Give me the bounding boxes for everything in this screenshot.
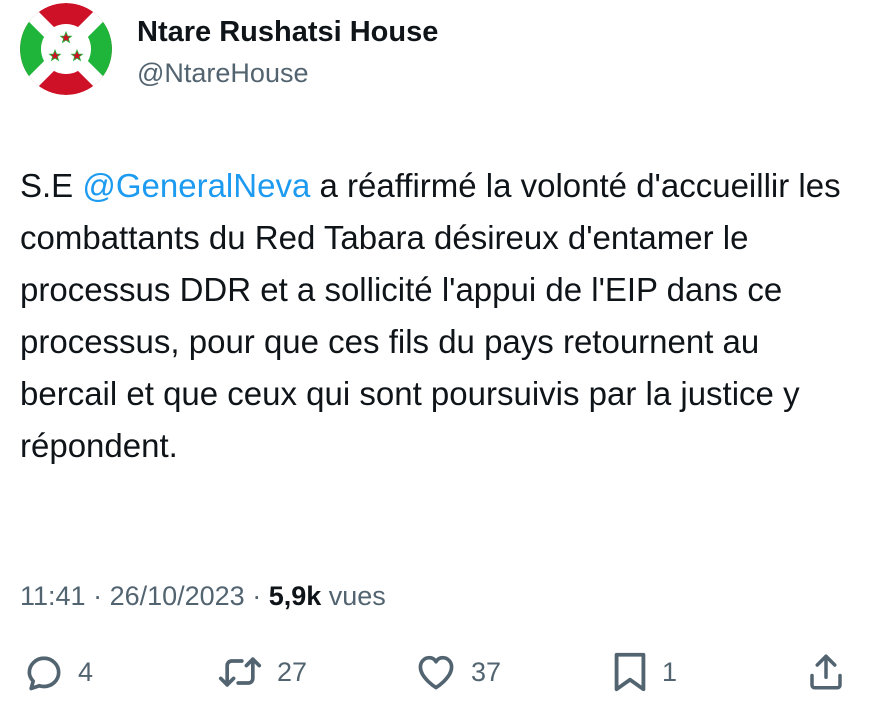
share-upload-icon — [810, 654, 842, 690]
views-label: vues — [321, 581, 386, 611]
tweet-time[interactable]: 11:41 — [20, 581, 86, 611]
avatar[interactable] — [20, 3, 112, 95]
repost-arrows-icon — [218, 657, 262, 687]
mention-link[interactable]: @GeneralNeva — [82, 167, 310, 204]
like-count: 37 — [471, 656, 502, 687]
bookmark-icon — [614, 652, 646, 692]
bookmark-count: 1 — [662, 656, 678, 687]
meta-separator: · — [244, 581, 269, 611]
heart-icon — [418, 655, 454, 690]
author-handle[interactable]: @NtareHouse — [137, 56, 438, 90]
tweet-text-prefix: S.E — [20, 167, 83, 204]
repost-button[interactable]: 27 — [215, 645, 307, 699]
tweet-text: S.E @GeneralNeva a réaffirmé la volonté … — [20, 160, 850, 472]
reply-count: 4 — [78, 656, 94, 687]
tweet-card: Ntare Rushatsi House @NtareHouse S.E @Ge… — [0, 0, 870, 724]
meta-separator: · — [85, 581, 110, 611]
tweet-date[interactable]: 26/10/2023 — [110, 581, 245, 611]
action-bar: 4 27 37 1 — [0, 645, 870, 699]
views-count: 5,9k — [268, 581, 322, 611]
share-button[interactable] — [805, 645, 847, 699]
author-block: Ntare Rushatsi House @NtareHouse — [137, 14, 438, 90]
tweet-text-body: a réaffirmé la volonté d'accueillir les … — [20, 167, 841, 464]
burundi-flag-icon — [20, 3, 112, 95]
speech-bubble-icon — [27, 656, 61, 691]
repost-count: 27 — [277, 656, 308, 687]
author-display-name[interactable]: Ntare Rushatsi House — [137, 14, 438, 50]
bookmark-button[interactable]: 1 — [610, 645, 677, 699]
like-button[interactable]: 37 — [413, 645, 501, 699]
reply-button[interactable]: 4 — [22, 645, 93, 699]
tweet-meta: 11:41 · 26/10/2023 · 5,9k vues — [20, 576, 386, 616]
